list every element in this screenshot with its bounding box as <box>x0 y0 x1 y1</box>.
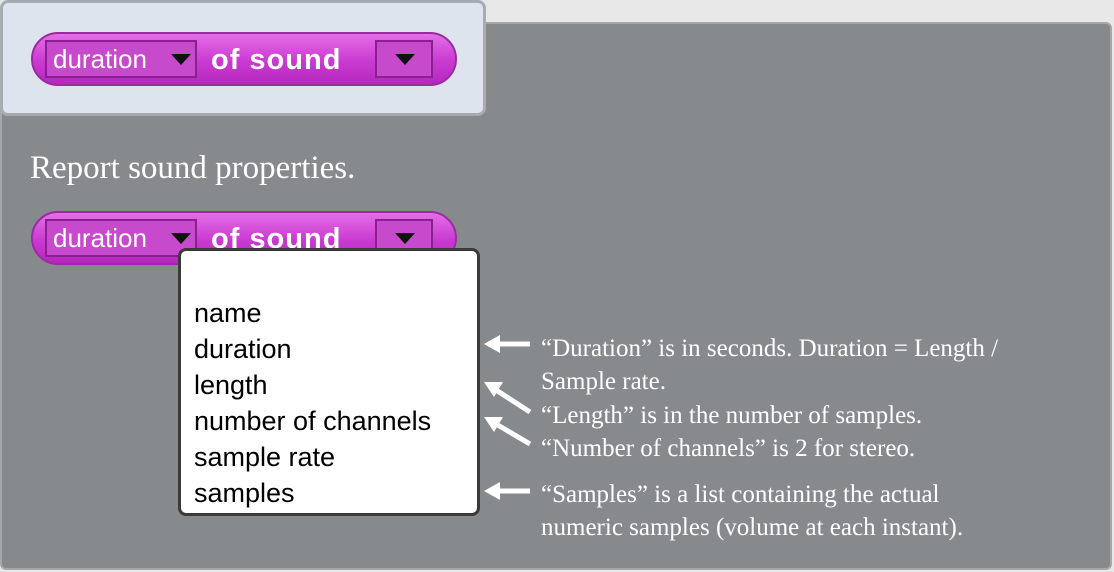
arrow-head-duration <box>484 335 500 353</box>
arrow-head-samples <box>484 482 500 500</box>
arrow-length <box>494 387 532 415</box>
note-length: “Length” is in the number of samples. <box>541 402 923 429</box>
note-duration: “Duration” is in seconds. Duration = Len… <box>541 335 999 395</box>
note-samples: “Samples” is a list containing the actua… <box>541 481 964 541</box>
note-channels: “Number of channels” is 2 for stereo. <box>541 435 916 462</box>
arrow-channels <box>494 421 532 447</box>
